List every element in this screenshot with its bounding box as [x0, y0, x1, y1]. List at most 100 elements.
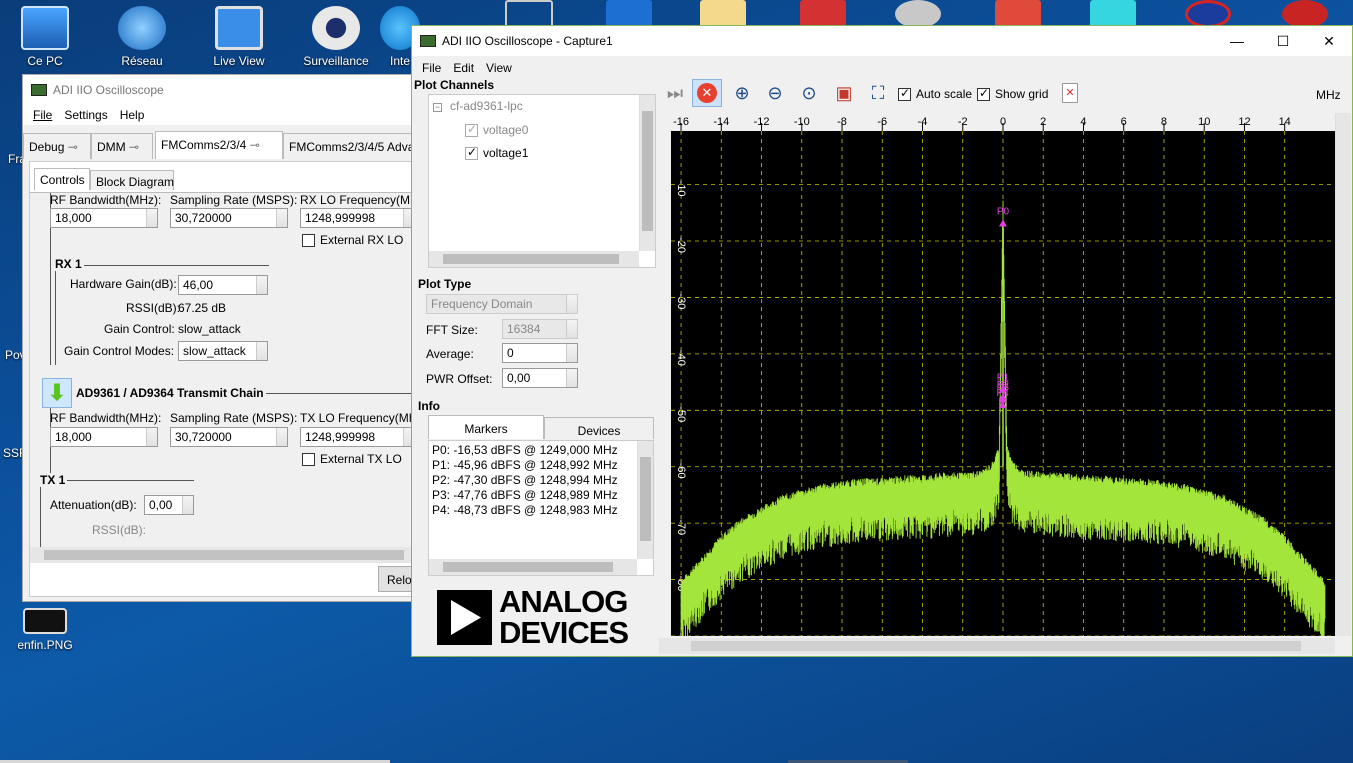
- title-bar[interactable]: ADI IIO Oscilloscope: [23, 75, 416, 105]
- subtab-block-diagram[interactable]: Block Diagram: [90, 170, 174, 190]
- menu-view[interactable]: View: [486, 61, 512, 75]
- stop-capture-button[interactable]: ✕: [692, 79, 722, 107]
- tab-fmcomms[interactable]: FMComms2/3/4 ⊸: [155, 131, 283, 159]
- desktop-icon-live-view[interactable]: Live View: [194, 6, 284, 68]
- fft-size-select[interactable]: 16384: [502, 319, 578, 339]
- info-tab-devices[interactable]: Devices: [544, 417, 654, 439]
- app-icon-circle[interactable]: [1185, 0, 1231, 28]
- menu-file[interactable]: File: [33, 108, 52, 122]
- zoom-fit-button[interactable]: ⊙: [794, 79, 824, 107]
- gain-control-modes-select[interactable]: slow_attack: [178, 341, 268, 361]
- subtab-controls[interactable]: Controls: [34, 168, 90, 190]
- desktop-icon-surveillance[interactable]: Surveillance: [291, 6, 381, 68]
- desktop-icon-enfin-png[interactable]: enfin.PNG: [0, 608, 90, 652]
- y-tick-label: -30: [675, 293, 687, 309]
- marker-line: P1: -45,96 dBFS @ 1248,992 MHz: [432, 458, 618, 472]
- external-tx-lo-checkbox[interactable]: External TX LO: [302, 452, 402, 467]
- scroll-thumb[interactable]: [640, 457, 651, 541]
- pwr-offset-input[interactable]: 0,00: [502, 368, 578, 388]
- tree-vertical-scrollbar[interactable]: [639, 95, 655, 251]
- menu-settings[interactable]: Settings: [64, 108, 107, 122]
- hardware-gain-label: Hardware Gain(dB):: [70, 277, 177, 291]
- app-icon-red-globe[interactable]: [1282, 0, 1328, 28]
- close-plot-button[interactable]: ✕: [1055, 79, 1085, 107]
- markers-vertical-scrollbar[interactable]: [637, 441, 653, 559]
- computer-icon: [21, 6, 69, 50]
- external-rx-lo-checkbox[interactable]: External RX LO: [302, 233, 403, 248]
- hardware-gain-input[interactable]: 46,00: [178, 275, 268, 295]
- arrow-down-icon: ⬇: [47, 380, 67, 405]
- channel-label: voltage0: [483, 123, 529, 137]
- tab-debug[interactable]: Debug ⊸: [23, 133, 91, 159]
- app-icon-gauge[interactable]: [895, 0, 941, 28]
- scroll-thumb[interactable]: [443, 562, 613, 572]
- markers-horizontal-scrollbar[interactable]: [429, 559, 637, 575]
- tree-horizontal-scrollbar[interactable]: [429, 251, 639, 267]
- rx-sampling-rate-input[interactable]: 30,720000: [170, 208, 288, 228]
- logo-text: ANALOG DEVICES: [499, 586, 629, 648]
- app-icon-tower[interactable]: [505, 0, 553, 28]
- globe-icon: [118, 6, 166, 50]
- fft-size-label: FFT Size:: [426, 323, 478, 337]
- tx-sampling-rate-input[interactable]: 30,720000: [170, 427, 288, 447]
- tx1-group-title: TX 1: [40, 473, 68, 487]
- tab-dmm[interactable]: DMM ⊸: [91, 133, 153, 159]
- title-bar[interactable]: ADI IIO Oscilloscope - Capture1 — ☐ ✕: [412, 26, 1352, 56]
- skip-button[interactable]: ⏭: [660, 79, 690, 107]
- app-icon-draw[interactable]: [700, 0, 746, 28]
- minimize-button[interactable]: —: [1214, 26, 1260, 56]
- channel-voltage0-checkbox[interactable]: voltage0: [465, 122, 529, 138]
- attenuation-input[interactable]: 0,00: [144, 495, 194, 515]
- desktop-icon-network[interactable]: Réseau: [97, 6, 187, 68]
- channel-voltage1-checkbox[interactable]: voltage1: [465, 145, 528, 161]
- scroll-thumb[interactable]: [44, 550, 404, 560]
- x-tick-label: 2: [1040, 116, 1046, 128]
- zoom-out-button[interactable]: ⊖: [760, 79, 790, 107]
- tab-label: Markers: [464, 422, 508, 436]
- show-grid-checkbox[interactable]: Show grid: [977, 86, 1048, 102]
- app-icon-db[interactable]: [995, 0, 1041, 28]
- tab-label: Controls: [40, 173, 85, 187]
- save-button[interactable]: ▣: [829, 79, 859, 107]
- app-icon-cyan[interactable]: [1090, 0, 1136, 28]
- plot-horizontal-scrollbar[interactable]: [659, 638, 1335, 654]
- spectrum-plot[interactable]: -16 -14 -12 -10 -8 -6 -4 -2 0 2 4 6 8 10 12 14 -10 -20 -30…: [659, 113, 1335, 648]
- plugin-tabs: Debug ⊸ DMM ⊸ FMComms2/3/4 ⊸ FMComms2/3/…: [23, 131, 416, 161]
- fullscreen-button[interactable]: ⛶: [863, 79, 893, 107]
- desktop-icon-this-pc[interactable]: Ce PC: [0, 6, 90, 68]
- logo-box: [437, 590, 492, 645]
- markers-text: P0: -16,53 dBFS @ 1249,000 MHz P1: -45,9…: [432, 443, 618, 518]
- menu-edit[interactable]: Edit: [453, 61, 474, 75]
- scroll-thumb[interactable]: [691, 641, 1301, 651]
- tab-fmcomms-advanced[interactable]: FMComms2/3/4/5 Adva: [283, 133, 416, 159]
- average-input[interactable]: 0: [502, 343, 578, 363]
- capture-window[interactable]: ADI IIO Oscilloscope - Capture1 — ☐ ✕ Fi…: [411, 25, 1353, 657]
- tx-rf-bandwidth-input[interactable]: 18,000: [50, 427, 158, 447]
- plot-type-select[interactable]: Frequency Domain: [426, 294, 578, 314]
- scroll-thumb[interactable]: [443, 254, 619, 264]
- tx-lo-frequency-input[interactable]: 1248,999998: [300, 427, 415, 447]
- close-button[interactable]: ✕: [1306, 26, 1352, 56]
- zoom-in-button[interactable]: ⊕: [727, 79, 757, 107]
- rx-sampling-rate-label: Sampling Rate (MSPS):: [170, 193, 298, 207]
- frequency-unit-label: MHz: [1316, 88, 1341, 102]
- info-tab-markers[interactable]: Markers: [428, 415, 544, 439]
- device-tree-node[interactable]: − cf-ad9361-lpc: [433, 99, 523, 113]
- controls-horizontal-scrollbar[interactable]: [30, 547, 415, 563]
- tx-chain-toggle-button[interactable]: ⬇: [42, 378, 72, 408]
- checkbox-box: [465, 122, 478, 138]
- rx1-group-line: [55, 265, 56, 365]
- auto-scale-checkbox[interactable]: Auto scale: [898, 86, 972, 102]
- oscilloscope-main-window[interactable]: ADI IIO Oscilloscope File Settings Help …: [22, 74, 418, 602]
- maximize-button[interactable]: ☐: [1260, 26, 1306, 56]
- plot-vertical-scrollbar[interactable]: [1335, 113, 1351, 636]
- rx-lo-frequency-input[interactable]: 1248,999998: [300, 208, 415, 228]
- menu-help[interactable]: Help: [120, 108, 145, 122]
- triangle-icon: [451, 600, 481, 635]
- app-icon-blue-1[interactable]: [606, 0, 652, 28]
- menu-file[interactable]: File: [422, 61, 441, 75]
- scroll-thumb[interactable]: [642, 111, 653, 231]
- rx-rf-bandwidth-input[interactable]: 18,000: [50, 208, 158, 228]
- gain-control-label: Gain Control:: [104, 322, 175, 336]
- app-icon-red-a[interactable]: [800, 0, 846, 28]
